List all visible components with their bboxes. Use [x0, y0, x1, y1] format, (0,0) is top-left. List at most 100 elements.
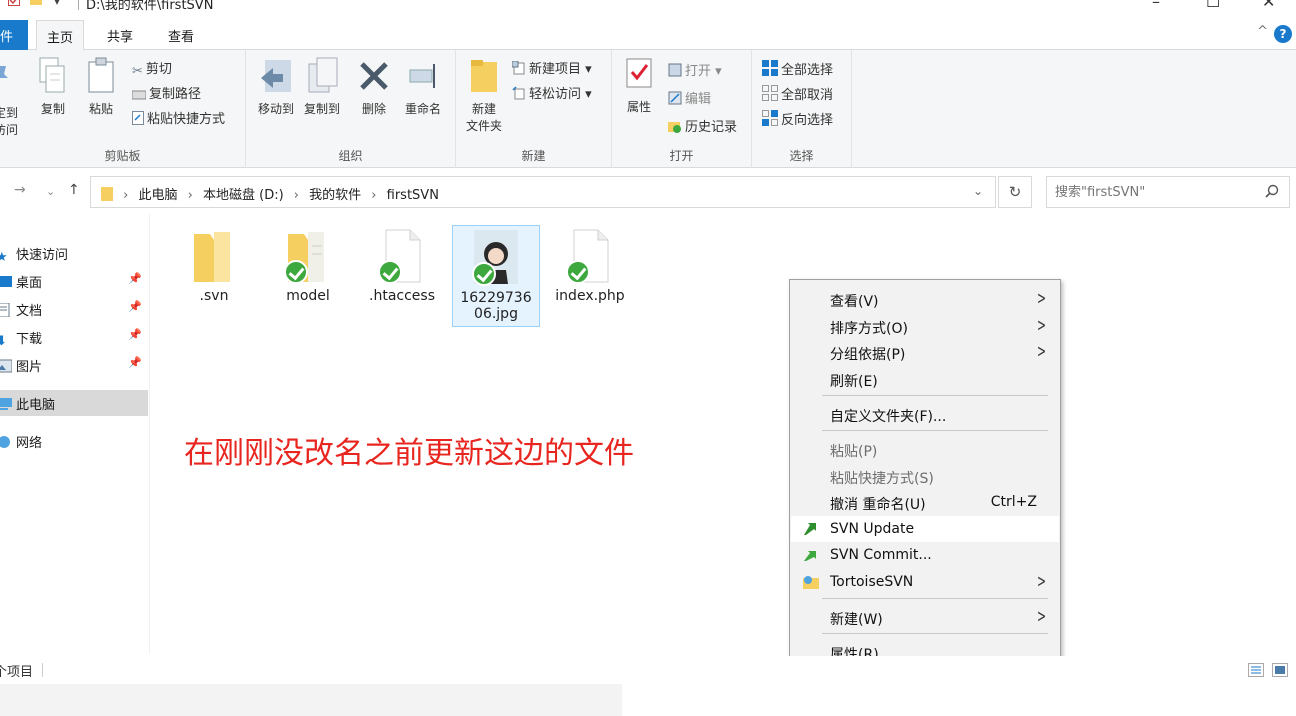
file-name: index.php	[555, 288, 625, 304]
collapse-ribbon-button[interactable]: ^	[1257, 24, 1268, 39]
breadcrumb: › 此电脑 › 本地磁盘 (D:) › 我的软件 › firstSVN	[101, 184, 439, 203]
address-bar[interactable]: › 此电脑 › 本地磁盘 (D:) › 我的软件 › firstSVN ⌄	[90, 176, 996, 208]
recent-locations-chevron-icon[interactable]: ⌄	[46, 185, 55, 198]
move-to-icon	[261, 60, 291, 92]
menu-item-tortoisesvn[interactable]: TortoiseSVN >	[791, 569, 1059, 595]
copy-path-icon	[132, 90, 146, 100]
history-button[interactable]: 历史记录	[668, 116, 737, 135]
menu-item-view[interactable]: 查看(V) >	[791, 286, 1059, 312]
status-bar: 个项目	[0, 656, 1296, 684]
menu-item-svn-commit[interactable]: SVN Commit...	[791, 542, 1059, 568]
maximize-button[interactable]: ☐	[1206, 0, 1220, 11]
help-button[interactable]: ?	[1274, 25, 1292, 43]
file-name: .htaccess	[369, 288, 435, 304]
copy-to-icon	[308, 57, 338, 93]
file-item-htaccess[interactable]: .htaccess	[358, 226, 446, 304]
breadcrumb-chevron-icon: ›	[187, 188, 193, 203]
download-arrow-icon: ⬇	[0, 334, 7, 349]
address-dropdown-icon[interactable]: ⌄	[973, 184, 983, 198]
paste-shortcut-button[interactable]: 粘贴快捷方式	[132, 108, 225, 127]
rename-button[interactable]: 重命名	[400, 56, 446, 117]
search-box	[1046, 176, 1290, 208]
edit-button[interactable]: 编辑	[668, 88, 711, 107]
paste-button[interactable]: 粘贴	[84, 56, 118, 117]
file-item-model-folder[interactable]: model	[264, 226, 352, 304]
paste-icon	[88, 57, 114, 93]
large-icons-view-icon[interactable]	[1272, 663, 1288, 677]
move-to-button[interactable]: 移动到	[254, 56, 298, 117]
breadcrumb-chevron-icon: ›	[123, 188, 129, 203]
breadcrumb-item[interactable]: 此电脑	[138, 188, 177, 203]
tab-view[interactable]: 查看	[168, 26, 194, 45]
tortoisesvn-icon	[803, 576, 819, 589]
menu-item-undo-rename[interactable]: 撤消 重命名(U) Ctrl+Z	[791, 489, 1059, 515]
pictures-icon	[0, 359, 12, 373]
copy-to-button[interactable]: 复制到	[300, 56, 344, 117]
sidebar-item-desktop[interactable]: 桌面 📌	[0, 268, 148, 294]
copy-button[interactable]: 复制	[36, 56, 70, 117]
navigation-pane: ★ 快速访问 桌面 📌 文档 📌 ⬇ 下载 📌 图片 📌 此电脑 网络	[0, 214, 150, 654]
minimize-button[interactable]: –	[1152, 0, 1160, 11]
new-item-button[interactable]: 新建项目 ▾	[512, 58, 592, 77]
menu-item-new[interactable]: 新建(W) >	[791, 604, 1059, 630]
tab-home[interactable]: 主页	[36, 20, 85, 51]
file-name: .svn	[199, 288, 229, 304]
menu-item-group-by[interactable]: 分组依据(P) >	[791, 339, 1059, 365]
annotation-text: 在刚刚没改名之前更新这边的文件	[184, 436, 634, 471]
quick-access-toolbar[interactable]: ▾	[8, 0, 60, 9]
title-bar: ▾ D:\我的软件\firstSVN – ☐ ✕	[0, 0, 1296, 20]
search-input[interactable]	[1055, 178, 1255, 206]
file-item-image[interactable]: 16229736 06.jpg	[452, 225, 540, 327]
chevron-down-icon: ▾	[54, 0, 60, 8]
sidebar-item-network[interactable]: 网络	[0, 428, 148, 454]
delete-button[interactable]: 删除	[356, 56, 392, 117]
pin-icon: 📌	[128, 300, 142, 313]
submenu-arrow-icon: >	[1036, 288, 1046, 309]
pin-quick-access-button[interactable]: 定到 访问	[0, 56, 30, 138]
close-button[interactable]: ✕	[1262, 0, 1275, 11]
sidebar-item-downloads[interactable]: ⬇ 下载 📌	[0, 324, 148, 350]
breadcrumb-item[interactable]: 本地磁盘 (D:)	[203, 188, 284, 203]
menu-item-svn-update[interactable]: SVN Update	[791, 516, 1059, 542]
open-button[interactable]: 打开 ▾	[668, 60, 722, 79]
new-group-label: 新建	[521, 149, 546, 163]
properties-button[interactable]: 属性	[620, 56, 658, 115]
menu-item-sort-by[interactable]: 排序方式(O) >	[791, 313, 1059, 339]
refresh-button[interactable]: ↻	[998, 176, 1032, 208]
copy-path-button[interactable]: 复制路径	[132, 83, 201, 102]
sidebar-item-documents[interactable]: 文档 📌	[0, 296, 148, 322]
file-item-svn-folder[interactable]: .svn	[170, 226, 258, 304]
easy-access-button[interactable]: 轻松访问 ▾	[512, 83, 592, 102]
organize-group-label: 组织	[338, 149, 363, 163]
breadcrumb-item[interactable]: firstSVN	[387, 188, 439, 203]
file-item-index-php[interactable]: index.php	[546, 226, 634, 304]
sidebar-item-quick-access[interactable]: ★ 快速访问	[0, 240, 148, 266]
up-icon[interactable]: ↑	[68, 182, 80, 198]
menu-item-paste-shortcut[interactable]: 粘贴快捷方式(S)	[791, 463, 1059, 489]
new-folder-button[interactable]: 新建 文件夹	[462, 56, 506, 134]
cut-button[interactable]: ✂ 剪切	[132, 58, 172, 79]
organize-group: 移动到 复制到 删除 重命名 组织	[246, 50, 456, 168]
tab-file[interactable]: 件	[0, 20, 28, 50]
menu-separator	[822, 395, 1048, 396]
menu-item-customize-folder[interactable]: 自定义文件夹(F)...	[791, 401, 1059, 427]
forward-icon[interactable]: →	[14, 182, 26, 198]
open-group-label: 打开	[669, 149, 694, 163]
computer-icon	[0, 398, 12, 410]
new-item-icon	[512, 61, 525, 75]
breadcrumb-item[interactable]: 我的软件	[309, 188, 361, 203]
details-view-icon[interactable]	[1247, 663, 1264, 677]
select-none-button[interactable]: 全部取消	[762, 84, 833, 103]
search-icon	[1265, 184, 1279, 198]
select-all-button[interactable]: 全部选择	[762, 59, 833, 78]
sidebar-item-pictures[interactable]: 图片 📌	[0, 352, 148, 378]
pin-icon: 📌	[128, 272, 142, 285]
menu-item-refresh[interactable]: 刷新(E)	[791, 366, 1059, 392]
tab-share[interactable]: 共享	[107, 26, 133, 45]
invert-selection-button[interactable]: 反向选择	[762, 109, 833, 128]
svn-normal-overlay-icon	[378, 260, 402, 284]
select-all-icon	[762, 60, 778, 76]
menu-separator	[822, 598, 1048, 599]
menu-item-paste[interactable]: 粘贴(P)	[791, 436, 1059, 462]
sidebar-item-this-pc[interactable]: 此电脑	[0, 390, 148, 416]
